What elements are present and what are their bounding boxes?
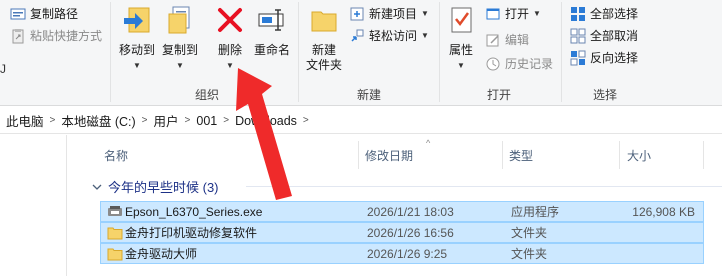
file-name: Epson_L6370_Series.exe xyxy=(125,204,263,219)
column-header-type[interactable]: 类型 xyxy=(509,147,533,164)
file-date: 2026/1/26 9:25 xyxy=(367,246,448,261)
copy-to-button[interactable]: 复制到 ▼ xyxy=(160,4,200,73)
column-divider[interactable] xyxy=(619,141,620,169)
paste-shortcut-button[interactable]: 粘贴快捷方式 xyxy=(10,27,102,44)
file-group-title: 今年的早些时候 (3) xyxy=(108,180,219,195)
edit-button[interactable]: 编辑 xyxy=(485,31,529,48)
breadcrumb-users[interactable]: 用户 xyxy=(154,111,179,130)
file-row[interactable]: Epson_L6370_Series.exe 2026/1/21 18:03 应… xyxy=(100,201,704,222)
properties-icon xyxy=(451,7,472,33)
invert-selection-icon xyxy=(570,50,586,65)
folder-icon xyxy=(107,248,123,261)
open-dropdown-icon: ▼ xyxy=(533,9,541,18)
move-to-button[interactable]: 移动到 ▼ xyxy=(117,4,157,73)
history-icon xyxy=(486,57,500,70)
edit-icon xyxy=(486,34,499,46)
move-to-dropdown-icon: ▼ xyxy=(133,61,141,70)
properties-dropdown-icon: ▼ xyxy=(457,61,465,70)
delete-dropdown-icon: ▼ xyxy=(226,61,234,70)
invert-selection-button[interactable]: 反向选择 xyxy=(570,49,638,66)
select-none-icon xyxy=(570,28,586,43)
new-item-dropdown-icon: ▼ xyxy=(421,9,429,18)
copy-path-button[interactable]: 复制路径 xyxy=(10,5,78,22)
file-date: 2026/1/26 16:56 xyxy=(367,225,454,240)
file-name: 金舟驱动大师 xyxy=(125,247,198,261)
properties-button[interactable]: 属性 ▼ xyxy=(444,4,478,73)
breadcrumb-local-disk[interactable]: 本地磁盘 (C:) xyxy=(61,111,135,130)
history-button[interactable]: 历史记录 xyxy=(485,55,553,72)
group-separator xyxy=(110,2,111,102)
new-item-icon xyxy=(350,7,364,20)
select-all-icon xyxy=(571,6,585,21)
select-all-button[interactable]: 全部选择 xyxy=(570,5,638,22)
chevron-right-icon[interactable]: > xyxy=(142,115,148,126)
column-divider[interactable] xyxy=(502,141,503,169)
file-date: 2026/1/21 18:03 xyxy=(367,204,454,219)
group-separator xyxy=(298,2,299,102)
column-header-size[interactable]: 大小 xyxy=(627,147,651,164)
clipboard-cut-fragment: J xyxy=(0,62,6,76)
copy-to-icon xyxy=(168,6,190,34)
column-header-date[interactable]: 修改日期 xyxy=(365,147,413,164)
new-folder-button[interactable]: 新建 文件夹 xyxy=(303,4,345,73)
file-row[interactable]: 金舟打印机驱动修复软件 2026/1/26 16:56 文件夹 xyxy=(100,222,704,243)
installer-icon xyxy=(108,206,122,216)
navigation-pane-edge xyxy=(66,135,67,276)
select-group-label: 选择 xyxy=(592,88,617,102)
column-header-name[interactable]: 名称 xyxy=(104,147,128,164)
folder-icon xyxy=(107,227,123,240)
file-list: 名称 ^ 修改日期 类型 大小 今年的早些时候 (3) Epson_L6370_… xyxy=(0,135,722,276)
organize-group-label: 组织 xyxy=(194,88,219,102)
file-name: 金舟打印机驱动修复软件 xyxy=(125,226,258,240)
file-group-header[interactable]: 今年的早些时候 (3) xyxy=(92,177,219,196)
copy-path-icon xyxy=(10,8,26,19)
address-bar[interactable]: 此电脑 > 本地磁盘 (C:) > 用户 > 001 > Downloads > xyxy=(0,108,722,134)
chevron-down-icon[interactable] xyxy=(92,182,102,192)
move-to-icon xyxy=(124,7,150,33)
delete-button[interactable]: 删除 ▼ xyxy=(212,4,248,73)
easy-access-button[interactable]: 轻松访问 ▼ xyxy=(349,27,429,44)
file-type: 文件夹 xyxy=(511,226,548,240)
column-divider[interactable] xyxy=(358,141,359,169)
chevron-right-icon[interactable]: > xyxy=(303,115,309,126)
file-type: 文件夹 xyxy=(511,247,548,261)
sort-chevron-icon: ^ xyxy=(426,138,431,148)
chevron-right-icon[interactable]: > xyxy=(50,115,56,126)
group-divider-line xyxy=(246,186,722,187)
rename-icon xyxy=(258,9,284,31)
breadcrumb-user-001[interactable]: 001 xyxy=(196,114,217,128)
chevron-right-icon[interactable]: > xyxy=(185,115,191,126)
open-icon xyxy=(486,8,500,19)
file-size: 126,908 KB xyxy=(632,204,695,219)
ribbon: 复制路径 粘贴快捷方式 J 移动到 ▼ 复制到 ▼ 删除 ▼ 重命名 组织 新建… xyxy=(0,0,722,106)
chevron-right-icon[interactable]: > xyxy=(223,115,229,126)
column-divider[interactable] xyxy=(703,141,704,169)
new-folder-icon xyxy=(311,11,337,32)
copy-to-dropdown-icon: ▼ xyxy=(176,61,184,70)
group-separator xyxy=(439,2,440,102)
easy-access-icon xyxy=(351,29,364,42)
delete-x-icon xyxy=(218,8,242,32)
paste-shortcut-icon xyxy=(12,28,24,43)
breadcrumb-downloads[interactable]: Downloads xyxy=(235,114,297,128)
breadcrumb-this-pc[interactable]: 此电脑 xyxy=(6,111,44,130)
select-none-button[interactable]: 全部取消 xyxy=(570,27,638,44)
new-item-button[interactable]: 新建项目 ▼ xyxy=(349,5,429,22)
easy-access-dropdown-icon: ▼ xyxy=(421,31,429,40)
open-button[interactable]: 打开 ▼ xyxy=(485,5,541,22)
new-group-label: 新建 xyxy=(356,88,381,102)
open-group-label: 打开 xyxy=(486,88,511,102)
file-row[interactable]: 金舟驱动大师 2026/1/26 9:25 文件夹 xyxy=(100,243,704,264)
file-type: 应用程序 xyxy=(511,205,560,219)
group-separator xyxy=(561,2,562,102)
rename-button[interactable]: 重命名 xyxy=(250,4,294,58)
